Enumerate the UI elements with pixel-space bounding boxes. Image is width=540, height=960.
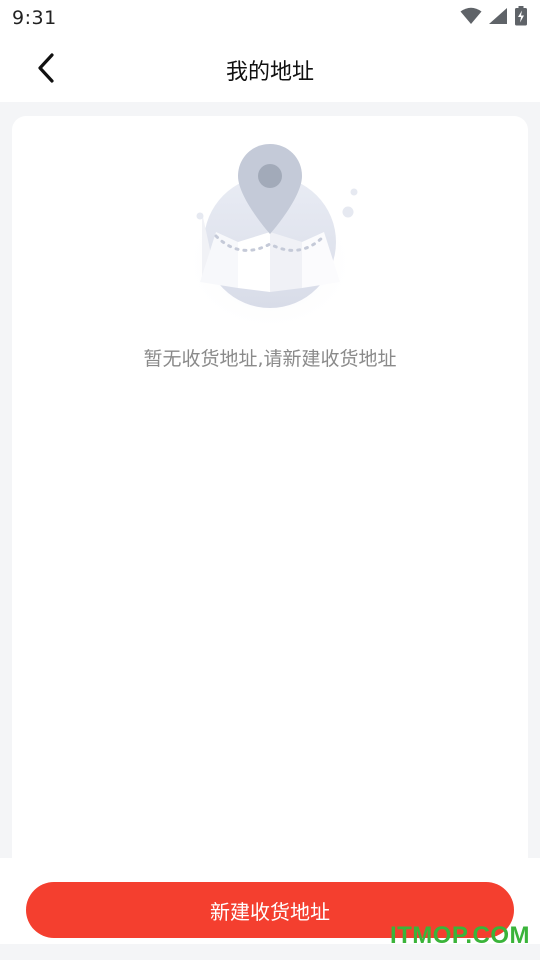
cellular-signal-icon: [488, 7, 508, 29]
page-title: 我的地址: [225, 60, 314, 85]
empty-address-illustration: [178, 136, 368, 326]
status-icons: [460, 6, 528, 30]
wifi-icon: [460, 7, 482, 29]
status-bar: 9:31: [0, 0, 540, 36]
map-pin-icon: [182, 144, 358, 326]
status-time: 9:31: [12, 7, 57, 29]
watermark: ITMOP.COM: [389, 922, 530, 949]
app-bar: 我的地址: [0, 36, 540, 102]
address-list-card: 暂无收货地址,请新建收货地址: [12, 116, 528, 876]
battery-charging-icon: [514, 6, 528, 30]
empty-state-message: 暂无收货地址,请新建收货地址: [143, 348, 397, 370]
